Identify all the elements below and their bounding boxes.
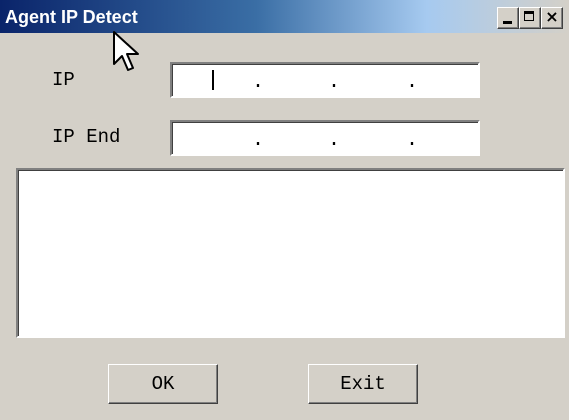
minimize-icon [503, 21, 512, 24]
ip-separator: . [406, 129, 419, 152]
ip-end-address-field[interactable]: . . . [170, 120, 480, 156]
maximize-icon [524, 11, 534, 21]
ip-separator: . [252, 129, 265, 152]
ip-end-label: IP End [52, 126, 121, 148]
window-title: Agent IP Detect [5, 7, 138, 27]
result-list[interactable] [16, 168, 565, 338]
minimize-button[interactable] [497, 7, 519, 29]
ok-button[interactable]: OK [108, 364, 218, 404]
ip-separator: . [328, 129, 341, 152]
ip-separator: . [328, 71, 341, 94]
text-caret [212, 70, 214, 90]
exit-button[interactable]: Exit [308, 364, 418, 404]
ip-separator: . [252, 71, 265, 94]
ip-label: IP [52, 69, 75, 91]
maximize-button[interactable] [519, 7, 541, 29]
ip-separator: . [406, 71, 419, 94]
close-button[interactable]: × [541, 7, 563, 29]
title-bar[interactable]: Agent IP Detect × [0, 0, 569, 33]
mouse-cursor-icon [113, 31, 139, 71]
close-icon: × [545, 7, 559, 26]
ip-address-field[interactable]: . . . [170, 62, 480, 98]
